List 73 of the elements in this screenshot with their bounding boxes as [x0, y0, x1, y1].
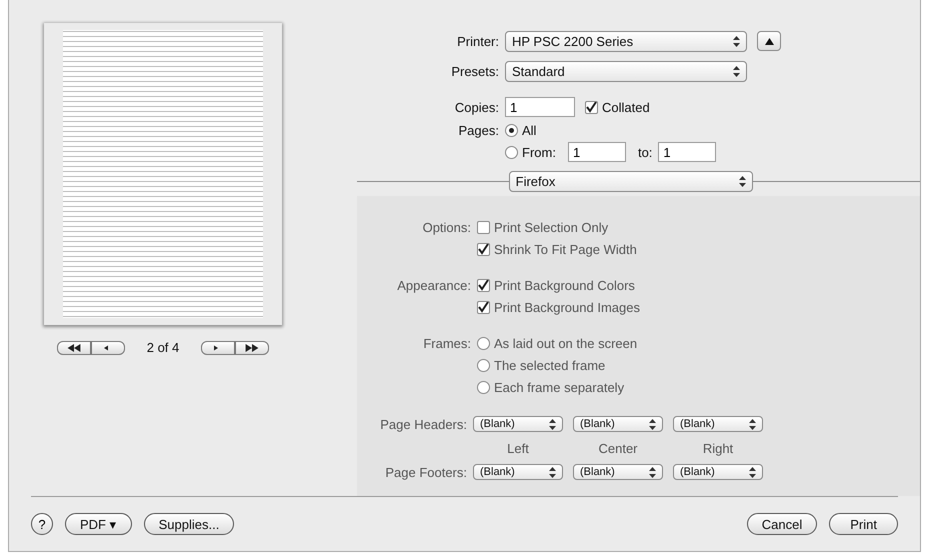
help-button[interactable]: ?: [31, 513, 53, 535]
details-toggle-button[interactable]: [757, 31, 781, 51]
radio-label: All: [522, 122, 536, 138]
column-label: Right: [702, 440, 734, 456]
column-label: Center: [597, 440, 639, 456]
checkbox[interactable]: [477, 300, 490, 314]
header-footer-dropdown[interactable]: (Blank): [473, 464, 563, 480]
checkmark-icon: [586, 102, 597, 112]
copies-label: Copies:: [454, 100, 500, 114]
checkmark-icon: [478, 244, 489, 254]
cancel-button[interactable]: Cancel: [746, 513, 818, 535]
checkbox[interactable]: [477, 220, 490, 234]
previous-page-button[interactable]: [90, 340, 125, 354]
radio-label: As laid out on the screen: [494, 336, 638, 350]
last-page-button[interactable]: [235, 340, 270, 354]
radio-button[interactable]: [477, 358, 490, 372]
header-footer-dropdown[interactable]: (Blank): [673, 464, 763, 480]
presets-label: Presets:: [450, 64, 500, 78]
section-label: Frames:: [422, 336, 472, 350]
pdf-menu-button[interactable]: PDF ▾: [65, 513, 132, 535]
checkmark-icon: [478, 302, 489, 312]
stepper-arrows-icon: [738, 176, 746, 186]
from-page-field[interactable]: 1: [568, 142, 626, 162]
section-label: Page Headers:: [379, 416, 468, 432]
supplies-button[interactable]: Supplies...: [144, 513, 234, 535]
print-button[interactable]: Print: [829, 513, 898, 535]
stepper-arrows-icon: [549, 418, 556, 430]
presets-dropdown[interactable]: Standard: [505, 60, 747, 82]
checkbox-label: Print Background Images: [494, 300, 640, 314]
double-right-triangle-icon: [244, 344, 260, 352]
radio-button[interactable]: [477, 336, 490, 350]
section-label: Options:: [422, 220, 472, 234]
checkbox-label: Print Selection Only: [494, 220, 608, 234]
to-page-field[interactable]: 1: [658, 142, 716, 162]
checkbox[interactable]: [585, 100, 598, 114]
radio-button[interactable]: [505, 146, 518, 158]
radio-label: The selected frame: [494, 358, 606, 372]
to-label: to:: [638, 144, 652, 160]
checkbox-label: Collated: [602, 100, 650, 114]
stepper-arrows-icon: [733, 66, 740, 76]
header-footer-dropdown[interactable]: (Blank): [673, 416, 763, 432]
header-footer-dropdown[interactable]: (Blank): [473, 416, 563, 432]
checkbox[interactable]: [477, 242, 490, 256]
pages-label: Pages:: [458, 122, 500, 138]
checkmark-icon: [478, 280, 489, 290]
printer-label: Printer:: [456, 34, 500, 48]
next-page-button[interactable]: [201, 340, 236, 354]
stepper-arrows-icon: [649, 418, 656, 430]
column-label: Left: [506, 440, 530, 456]
checkbox-label: Print Background Colors: [494, 278, 635, 292]
radio-label: Each frame separately: [494, 380, 624, 394]
stepper-arrows-icon: [649, 466, 656, 478]
radio-dot-icon: [509, 128, 514, 132]
printer-dropdown[interactable]: HP PSC 2200 Series: [505, 30, 747, 52]
panel-dropdown[interactable]: Firefox: [508, 170, 753, 192]
copies-field[interactable]: 1: [505, 97, 575, 117]
radio-button[interactable]: [477, 380, 490, 394]
radio-button[interactable]: [505, 124, 518, 136]
section-label: Page Footers:: [384, 464, 468, 480]
page-indicator: 2 of 4: [146, 340, 180, 355]
stepper-arrows-icon: [749, 418, 756, 430]
section-label: Appearance:: [396, 278, 472, 292]
first-page-button[interactable]: [56, 340, 91, 354]
header-footer-dropdown[interactable]: (Blank): [573, 464, 663, 480]
up-triangle-icon: [764, 38, 774, 44]
checkbox[interactable]: [477, 278, 490, 292]
checkbox-label: Shrink To Fit Page Width: [494, 242, 637, 256]
double-left-triangle-icon: [66, 344, 82, 352]
stepper-arrows-icon: [749, 466, 756, 478]
header-footer-dropdown[interactable]: (Blank): [573, 416, 663, 432]
radio-label: From:: [522, 144, 556, 160]
stepper-arrows-icon: [733, 36, 740, 46]
stepper-arrows-icon: [549, 466, 556, 478]
